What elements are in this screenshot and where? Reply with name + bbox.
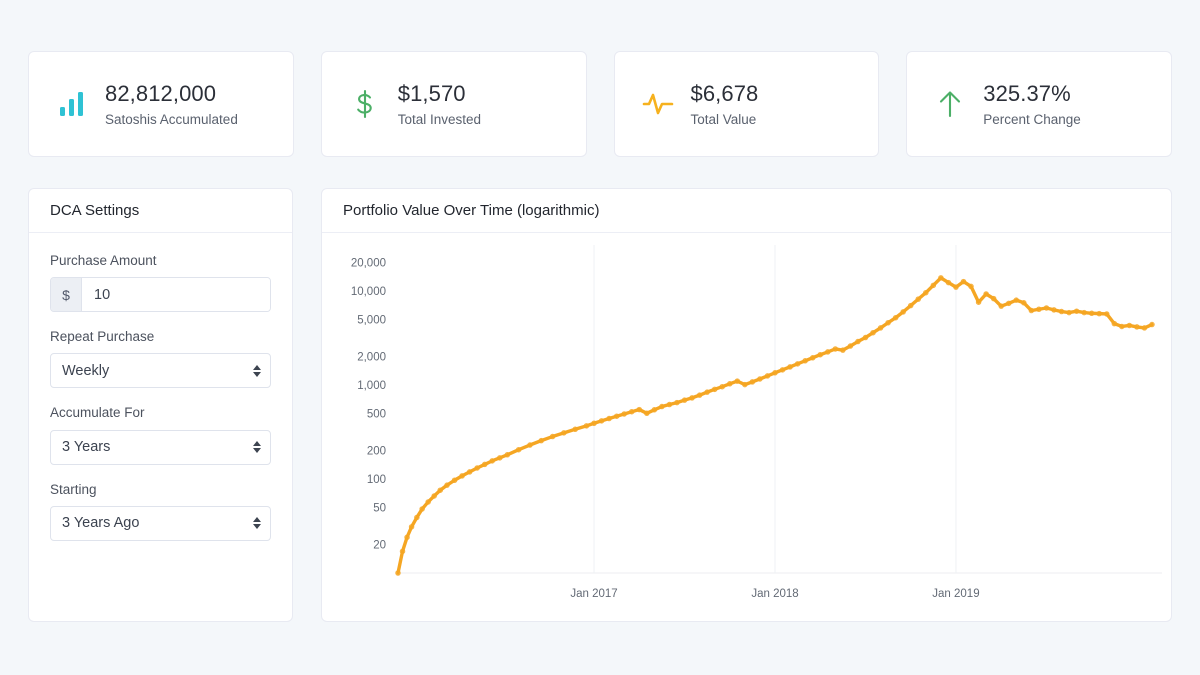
accumulate-for-select[interactable]: 3 Years (50, 430, 271, 465)
stat-text: 82,812,000 Satoshis Accumulated (105, 80, 238, 128)
field-starting: Starting 3 Years Ago (50, 482, 271, 541)
spinner-arrows-icon[interactable] (253, 441, 261, 453)
currency-prefix-addon: $ (51, 278, 82, 311)
y-axis-tick-label: 500 (367, 408, 386, 420)
portfolio-line-chart[interactable]: 20 50 100 200 500 1,000 2,000 5,000 10,000 20,000… (322, 233, 1171, 621)
field-repeat-purchase: Repeat Purchase Weekly (50, 329, 271, 388)
stat-card-total-value: $6,678 Total Value (614, 51, 880, 157)
y-axis-tick-label: 10,000 (351, 286, 386, 298)
accumulate-for-value: 3 Years (62, 439, 110, 455)
activity-pulse-icon (637, 83, 679, 125)
starting-select[interactable]: 3 Years Ago (50, 506, 271, 541)
field-accumulate-for: Accumulate For 3 Years (50, 405, 271, 464)
stat-card-satoshis-accumulated: 82,812,000 Satoshis Accumulated (28, 51, 294, 157)
y-axis-tick-label: 20 (373, 540, 386, 552)
spinner-arrows-icon[interactable] (253, 365, 261, 377)
stat-label: Total Value (691, 112, 759, 128)
x-axis-tick-label: Jan 2019 (932, 588, 979, 600)
stat-label: Satoshis Accumulated (105, 112, 238, 128)
chart-body: 20 50 100 200 500 1,000 2,000 5,000 10,000 20,000… (322, 233, 1171, 621)
stat-label: Percent Change (983, 112, 1081, 128)
field-purchase-amount: Purchase Amount $ .00 (50, 253, 271, 312)
stats-row: 82,812,000 Satoshis Accumulated $1,570 T… (28, 51, 1172, 157)
starting-value: 3 Years Ago (62, 515, 139, 531)
y-axis-tick-label: 1,000 (357, 380, 386, 392)
stat-value: 325.37% (983, 80, 1081, 108)
stat-label: Total Invested (398, 112, 481, 128)
purchase-amount-label: Purchase Amount (50, 253, 271, 269)
accumulate-for-label: Accumulate For (50, 405, 271, 421)
stat-value: $6,678 (691, 80, 759, 108)
dashboard-page: 82,812,000 Satoshis Accumulated $1,570 T… (0, 0, 1200, 675)
stat-text: $1,570 Total Invested (398, 80, 481, 128)
dollar-sign-icon (344, 83, 386, 125)
purchase-amount-input-group[interactable]: $ .00 (50, 277, 271, 312)
spinner-arrows-icon[interactable] (253, 517, 261, 529)
chart-title: Portfolio Value Over Time (logarithmic) (322, 189, 1171, 233)
y-axis-tick-label: 100 (367, 474, 386, 486)
arrow-up-icon (929, 83, 971, 125)
stat-card-percent-change: 325.37% Percent Change (906, 51, 1172, 157)
y-axis-tick-label: 200 (367, 446, 386, 458)
settings-panel-title: DCA Settings (29, 189, 292, 233)
stat-value: $1,570 (398, 80, 481, 108)
stat-card-total-invested: $1,570 Total Invested (321, 51, 587, 157)
stat-text: $6,678 Total Value (691, 80, 759, 128)
dca-settings-panel: DCA Settings Purchase Amount $ .00 Repea… (28, 188, 293, 622)
x-axis-tick-label: Jan 2018 (751, 588, 798, 600)
portfolio-chart-panel: Portfolio Value Over Time (logarithmic) … (321, 188, 1172, 622)
settings-form: Purchase Amount $ .00 Repeat Purchase We… (29, 233, 292, 541)
x-axis-tick-label: Jan 2017 (570, 588, 617, 600)
repeat-purchase-select[interactable]: Weekly (50, 353, 271, 388)
bar-chart-icon (51, 83, 93, 125)
y-axis-tick-label: 5,000 (357, 314, 386, 326)
starting-label: Starting (50, 482, 271, 498)
repeat-purchase-label: Repeat Purchase (50, 329, 271, 345)
stat-value: 82,812,000 (105, 80, 238, 108)
y-axis-tick-label: 50 (373, 502, 386, 514)
purchase-amount-input[interactable] (82, 278, 271, 311)
stat-text: 325.37% Percent Change (983, 80, 1081, 128)
repeat-purchase-value: Weekly (62, 363, 109, 379)
y-axis-tick-label: 20,000 (351, 258, 386, 270)
y-axis-tick-label: 2,000 (357, 352, 386, 364)
